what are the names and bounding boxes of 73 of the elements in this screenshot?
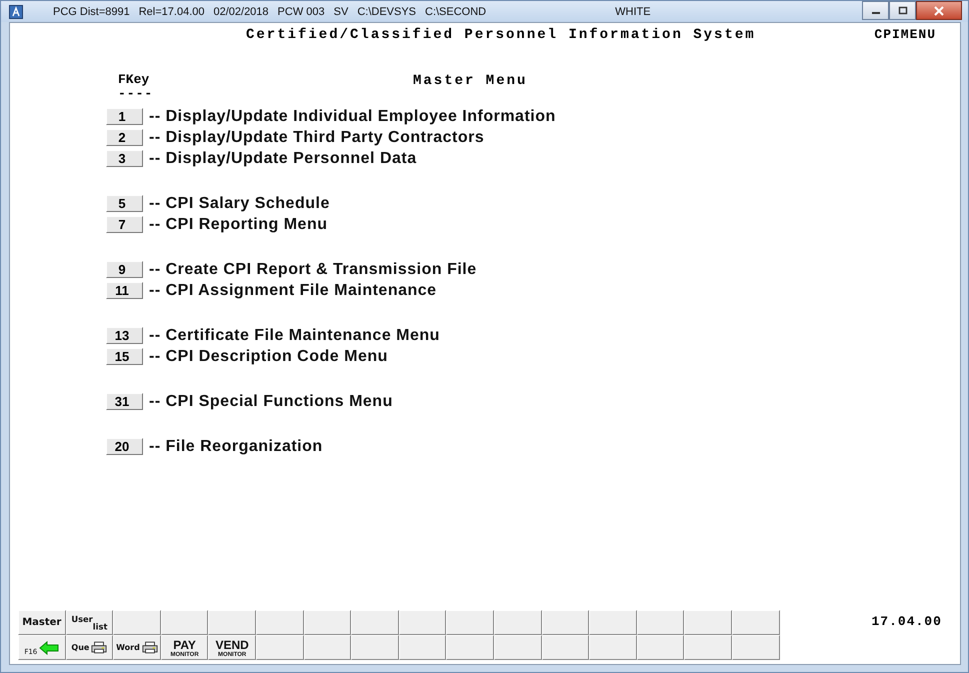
- print-button[interactable]: Que: [66, 635, 114, 660]
- menu-option-label: -- Display/Update Individual Employee Information: [149, 108, 556, 126]
- version-label: 17.04.00: [872, 614, 942, 629]
- function-key-button[interactable]: 3: [106, 150, 143, 167]
- function-key-button[interactable]: 1: [106, 108, 143, 125]
- blank-key[interactable]: [256, 635, 304, 660]
- menu-option-label: -- CPI Description Code Menu: [149, 348, 388, 366]
- blank-key[interactable]: [304, 610, 352, 635]
- blank-key[interactable]: [589, 635, 637, 660]
- blank-key[interactable]: [208, 610, 256, 635]
- blank-key[interactable]: [494, 635, 542, 660]
- printer-icon: [142, 641, 158, 654]
- blank-key[interactable]: [398, 635, 446, 660]
- menu-option-label: -- CPI Reporting Menu: [149, 216, 328, 234]
- function-key-button[interactable]: 20: [106, 438, 143, 455]
- function-key-button[interactable]: 31: [106, 393, 143, 410]
- menu-option-label: -- CPI Assignment File Maintenance: [149, 282, 437, 300]
- blank-key[interactable]: [256, 610, 304, 635]
- function-key-button[interactable]: 7: [106, 216, 143, 233]
- blank-key[interactable]: [446, 610, 494, 635]
- blank-key[interactable]: [494, 610, 542, 635]
- blank-key[interactable]: [398, 610, 446, 635]
- window-title: 02/02/2018: [213, 6, 269, 18]
- blank-key[interactable]: [732, 635, 780, 660]
- blank-key[interactable]: [542, 635, 590, 660]
- menu-option-label: -- Certificate File Maintenance Menu: [149, 326, 440, 344]
- close-button[interactable]: [916, 1, 962, 20]
- window-title: PCW 003: [278, 6, 325, 18]
- toolbar-button[interactable]: Master: [18, 610, 66, 635]
- blank-key[interactable]: [684, 635, 732, 660]
- blank-key[interactable]: [351, 610, 399, 635]
- menu-option-label: -- CPI Salary Schedule: [149, 194, 330, 212]
- window-title: SV: [334, 6, 348, 18]
- window-title: WHITE: [615, 6, 651, 18]
- heading-rule: ----: [118, 87, 154, 101]
- menu-option-label: -- File Reorganization: [149, 438, 323, 456]
- print-button[interactable]: Word: [113, 635, 161, 660]
- menu-title: Master Menu: [413, 73, 528, 91]
- blank-key[interactable]: [446, 635, 494, 660]
- screen-title: Certified/Classified Personnel Information System: [246, 27, 756, 45]
- function-key-button[interactable]: 15: [106, 348, 143, 365]
- function-key-button[interactable]: 5: [106, 195, 143, 212]
- blank-key[interactable]: [732, 610, 780, 635]
- left-arrow-icon: [39, 640, 60, 654]
- column-heading: FKey: [118, 73, 150, 87]
- menu-option-label: -- Display/Update Personnel Data: [149, 150, 417, 168]
- menu-option-label: -- Display/Update Third Party Contractors: [149, 128, 484, 146]
- blank-key[interactable]: [304, 635, 352, 660]
- blank-key[interactable]: [351, 635, 399, 660]
- function-key-button[interactable]: 2: [106, 129, 143, 146]
- close-icon: [933, 6, 945, 16]
- screen-id: CPIMENU: [874, 27, 936, 44]
- blank-key[interactable]: [684, 610, 732, 635]
- window-title: C:\SECOND: [425, 6, 486, 18]
- blank-key[interactable]: [113, 610, 161, 635]
- blank-key[interactable]: [589, 610, 637, 635]
- minimize-button[interactable]: [862, 1, 889, 20]
- function-key-button[interactable]: 13: [106, 327, 143, 344]
- blank-key[interactable]: [542, 610, 590, 635]
- maximize-button[interactable]: [889, 1, 916, 20]
- window-title: PCG Dist=8991: [53, 6, 130, 18]
- blank-key[interactable]: [636, 610, 684, 635]
- blank-key[interactable]: [636, 635, 684, 660]
- maximize-icon: [898, 6, 908, 15]
- window-title: Rel=17.04.00: [138, 6, 204, 18]
- menu-option-label: -- CPI Special Functions Menu: [149, 392, 393, 410]
- function-key-button[interactable]: 9: [106, 261, 143, 278]
- blank-key[interactable]: [160, 610, 208, 635]
- window-title: C:\DEVSYS: [357, 6, 416, 18]
- printer-icon: [91, 641, 108, 654]
- function-key-button[interactable]: 11: [106, 282, 143, 299]
- menu-option-label: -- Create CPI Report & Transmission File: [149, 260, 477, 278]
- app-icon: [9, 4, 23, 18]
